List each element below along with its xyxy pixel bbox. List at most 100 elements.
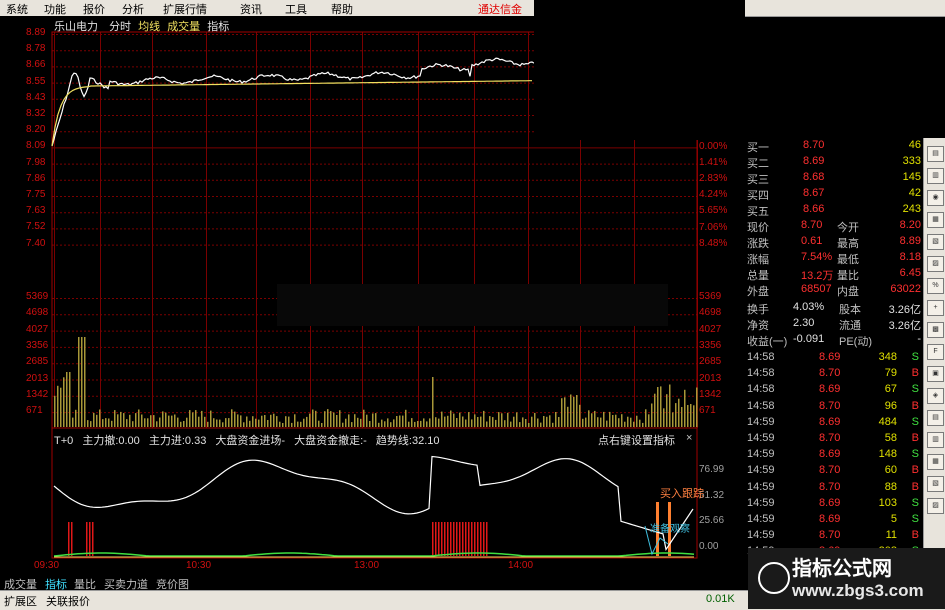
volume-bar xyxy=(150,415,152,427)
tick-row[interactable]: 14:59 8.70 88 B xyxy=(745,480,923,496)
tool-icon-9[interactable]: ▩ xyxy=(927,322,944,338)
tool-icon-6[interactable]: ▨ xyxy=(927,256,944,272)
volume-bar xyxy=(441,411,443,427)
tool-icon-1[interactable]: ▤ xyxy=(927,146,944,162)
menu-tools[interactable]: 工具 xyxy=(285,1,307,17)
volume-bar xyxy=(351,422,353,427)
quote-value: 6.45 xyxy=(899,267,921,279)
fund-value: -0.091 xyxy=(793,333,825,345)
tick-side: S xyxy=(911,351,919,363)
volume-bar xyxy=(297,421,299,427)
volume-bar xyxy=(177,417,179,427)
volume-bar xyxy=(471,419,473,427)
tick-row[interactable]: 14:59 8.70 11 B xyxy=(745,528,923,544)
volume-bar xyxy=(654,393,656,427)
intraday-chart-area[interactable]: 乐山电力 分时 均线 成交量 指标 8.89 8.78 8.66 8.55 8.43 8.… xyxy=(0,0,745,576)
volume-bar xyxy=(678,398,680,427)
fund-row: 净资 2.30 流通 3.26亿 xyxy=(745,316,923,332)
volume-bar xyxy=(117,414,119,427)
quote-label: 外盘 xyxy=(747,286,769,298)
tool-icon-16[interactable]: ▧ xyxy=(927,476,944,492)
volume-bar xyxy=(306,416,308,427)
volume-bar xyxy=(474,414,476,427)
tick-row[interactable]: 14:58 8.70 96 B xyxy=(745,399,923,415)
volume-bar xyxy=(315,410,317,427)
fund-value: 4.03% xyxy=(793,301,825,313)
quote-row: 涨幅 7.54% 最低 8.18 xyxy=(745,250,923,266)
tool-icon-15[interactable]: ▦ xyxy=(927,454,944,470)
volume-bar xyxy=(171,415,173,427)
tool-icon-10[interactable]: F xyxy=(927,344,944,360)
tick-row[interactable]: 14:59 8.69 5 S xyxy=(745,512,923,528)
tick-row[interactable]: 14:59 8.70 60 B xyxy=(745,463,923,479)
volume-bar xyxy=(258,419,260,427)
volume-bar xyxy=(651,403,653,427)
watermark-url: www.zbgs3.com xyxy=(792,581,924,600)
tool-icon-3[interactable]: ◉ xyxy=(927,190,944,206)
tick-row[interactable]: 14:59 8.69 103 S xyxy=(745,496,923,512)
orderbook-volume: 42 xyxy=(908,187,921,199)
volume-bar xyxy=(540,422,542,427)
close-icon[interactable]: × xyxy=(686,432,692,444)
tool-icon-17[interactable]: ▨ xyxy=(927,498,944,514)
indicator-hint[interactable]: 点右键设置指标 xyxy=(598,432,675,448)
volume-bar xyxy=(249,420,251,427)
blank-region-middle xyxy=(277,284,668,326)
tool-icon-8[interactable]: + xyxy=(927,300,944,316)
indicator-bars xyxy=(68,502,671,556)
quote-value: 68507 xyxy=(801,283,832,295)
related-quote-button[interactable]: 关联报价 xyxy=(46,593,90,609)
menu-help[interactable]: 帮助 xyxy=(331,1,353,17)
percent-tick: 2.83% xyxy=(699,173,728,184)
volume-bar xyxy=(54,395,56,427)
tool-icon-2[interactable]: ▥ xyxy=(927,168,944,184)
volume-bar xyxy=(129,414,131,427)
volume-bar xyxy=(384,421,386,427)
menu-analysis[interactable]: 分析 xyxy=(122,1,144,17)
menu-function[interactable]: 功能 xyxy=(44,1,66,17)
tick-row[interactable]: 14:59 8.70 58 B xyxy=(745,431,923,447)
volume-bar xyxy=(639,419,641,427)
volume-bar xyxy=(144,418,146,427)
tool-icon-7[interactable]: % xyxy=(927,278,944,294)
tick-row[interactable]: 14:58 8.69 348 S xyxy=(745,350,923,366)
volume-bar xyxy=(531,416,533,427)
orderbook-price: 8.68 xyxy=(803,171,825,183)
volume-tick-right: 3356 xyxy=(699,339,722,351)
quote-label: 涨幅 xyxy=(747,254,769,266)
quote-row: 总量 13.2万 量比 6.45 xyxy=(745,266,923,282)
volume-bar xyxy=(75,409,77,427)
tool-icon-4[interactable]: ▦ xyxy=(927,212,944,228)
volume-bar xyxy=(156,421,158,427)
volume-bar xyxy=(57,385,59,427)
menu-system[interactable]: 系统 xyxy=(6,1,28,17)
tick-row[interactable]: 14:59 8.69 148 S xyxy=(745,447,923,463)
volume-bar xyxy=(507,412,509,427)
volume-bar xyxy=(87,420,89,427)
tool-icon-13[interactable]: ▤ xyxy=(927,410,944,426)
tool-icon-5[interactable]: ▧ xyxy=(927,234,944,250)
volume-tick-right: 4027 xyxy=(699,323,722,335)
quote-value: 0.61 xyxy=(801,235,823,247)
watermark-logo-icon xyxy=(758,562,790,594)
menu-info[interactable]: 资讯 xyxy=(240,1,262,17)
volume-tick-right: 5369 xyxy=(699,291,722,302)
menu-quote[interactable]: 报价 xyxy=(83,1,105,17)
volume-bar xyxy=(174,414,176,427)
volume-bar xyxy=(66,372,68,427)
indicator-bar xyxy=(459,522,461,556)
tool-icon-11[interactable]: ▣ xyxy=(927,366,944,382)
ext-area-button[interactable]: 扩展区 xyxy=(4,593,37,609)
tick-row[interactable]: 14:59 8.69 484 S xyxy=(745,415,923,431)
tick-row[interactable]: 14:58 8.69 67 S xyxy=(745,382,923,398)
volume-bar xyxy=(420,420,422,427)
tool-icon-12[interactable]: ◈ xyxy=(927,388,944,404)
orderbook-volume: 145 xyxy=(902,171,921,183)
volume-bar xyxy=(318,420,320,427)
tool-icon-14[interactable]: ▥ xyxy=(927,432,944,448)
menu-ext-market[interactable]: 扩展行情 xyxy=(163,1,207,17)
tick-row[interactable]: 14:58 8.70 79 B xyxy=(745,366,923,382)
volume-bar xyxy=(537,418,539,427)
volume-bar xyxy=(411,418,413,427)
volume-bar xyxy=(333,412,335,427)
